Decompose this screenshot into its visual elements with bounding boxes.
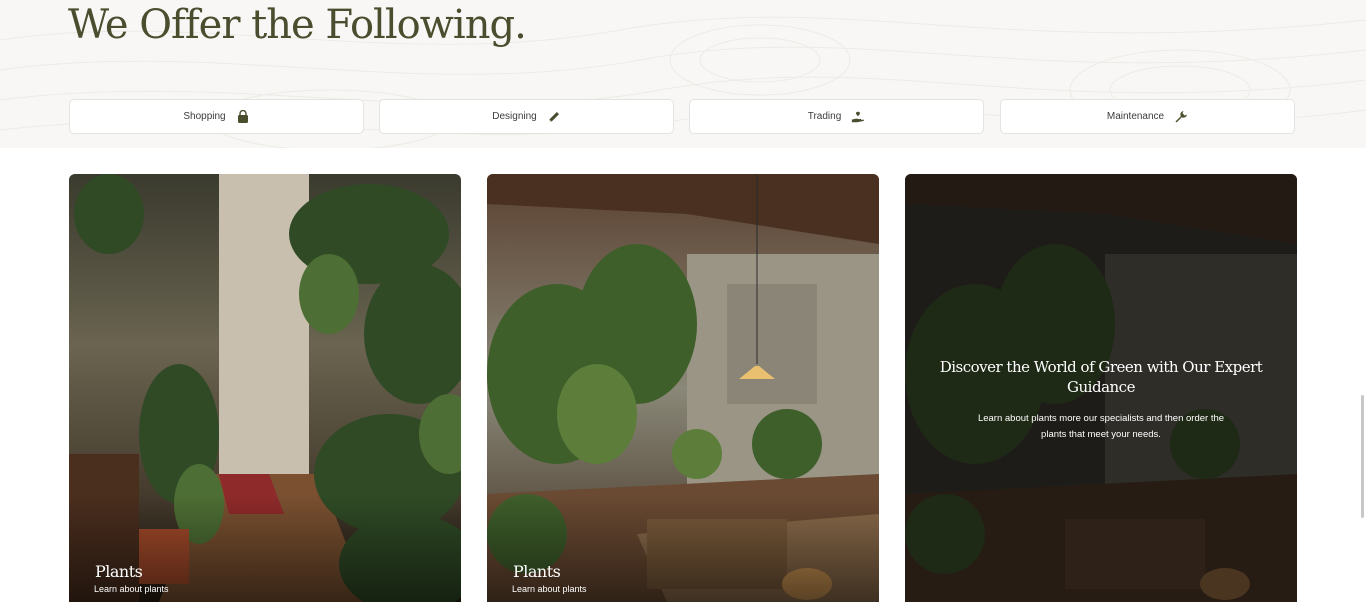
hero-section: We Offer the Following. Shopping Designi… (0, 0, 1366, 148)
card-subtitle[interactable]: Learn about plants (512, 584, 587, 594)
overlay-text: Learn about plants more our specialists … (977, 413, 1225, 440)
card-subtitle[interactable]: Learn about plants (94, 584, 169, 594)
service-label: Trading (807, 111, 842, 122)
hand-plant-icon (851, 110, 865, 124)
service-trading-button[interactable]: Trading (689, 99, 984, 134)
service-label: Designing (492, 111, 537, 122)
services-row: Shopping Designing Trading Maintenance (69, 99, 1297, 135)
courtyard-plants-image (487, 174, 879, 602)
overlay-title: Discover the World of Green with Our Exp… (939, 358, 1263, 396)
card-title: Plants (95, 562, 143, 581)
card-title: Plants (513, 562, 561, 581)
shopping-bag-icon (236, 109, 250, 124)
section-heading: We Offer the Following. (68, 2, 527, 48)
plants-card-hallway[interactable]: Plants Learn about plants (69, 174, 461, 602)
service-label: Maintenance (1106, 111, 1165, 122)
scrollbar-thumb[interactable] (1361, 395, 1364, 518)
service-shopping-button[interactable]: Shopping (69, 99, 364, 134)
plants-card-courtyard[interactable]: Plants Learn about plants (487, 174, 879, 602)
hallway-plants-image (69, 174, 461, 602)
wrench-icon (1174, 110, 1188, 124)
service-designing-button[interactable]: Designing (379, 99, 674, 134)
service-label: Shopping (183, 111, 226, 122)
service-maintenance-button[interactable]: Maintenance (1000, 99, 1295, 134)
discover-card[interactable]: Discover the World of Green with Our Exp… (905, 174, 1297, 602)
pencil-icon (547, 110, 561, 124)
